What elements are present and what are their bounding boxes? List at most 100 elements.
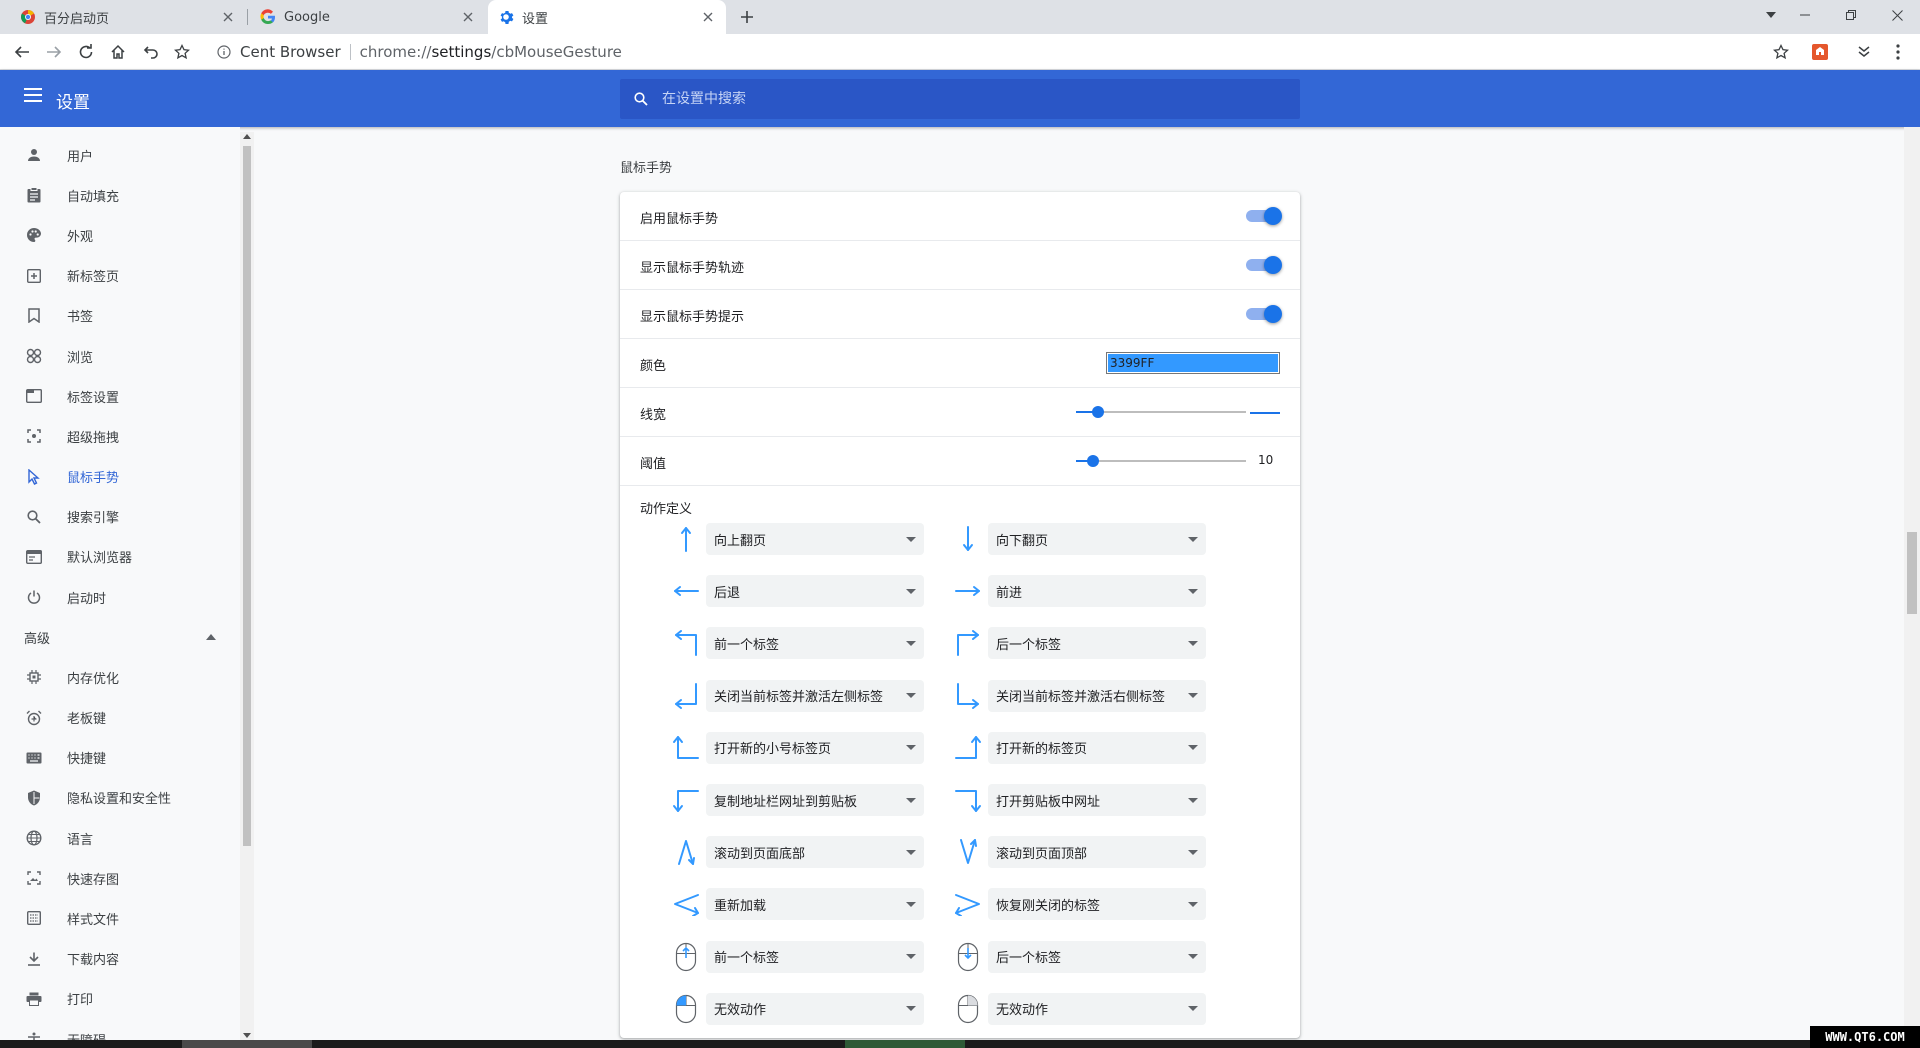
sidebar-item-search-engine[interactable]: 搜索引擎 — [0, 497, 240, 537]
undo-close-tab-button[interactable] — [138, 40, 162, 64]
home-button[interactable] — [106, 40, 130, 64]
sidebar-item-users[interactable]: 用户 — [0, 135, 240, 175]
action-select-value: 后一个标签 — [996, 951, 1062, 967]
back-button[interactable] — [10, 40, 34, 64]
scroll-down-arrow-icon[interactable] — [243, 1033, 251, 1038]
action-select[interactable]: 关闭当前标签并激活左侧标签 — [706, 679, 924, 712]
double-chevron-down-icon[interactable] — [1852, 40, 1876, 64]
restore-button[interactable] — [1828, 0, 1874, 30]
settings-search[interactable] — [620, 79, 1300, 119]
sidebar-item-bookmarks[interactable]: 书签 — [0, 296, 240, 336]
action-select[interactable]: 后一个标签 — [988, 940, 1206, 973]
sidebar-item-startup[interactable]: 启动时 — [0, 577, 240, 617]
sidebar-item-mouse-gesture[interactable]: 鼠标手势 — [0, 457, 240, 497]
close-window-button[interactable] — [1874, 0, 1920, 30]
dropdown-caret-icon — [1188, 797, 1198, 803]
action-select[interactable]: 打开新的标签页 — [988, 731, 1206, 764]
slider-knob[interactable] — [1087, 455, 1099, 467]
main-scrollbar[interactable] — [1904, 127, 1920, 1040]
show-hint-row: 显示鼠标手势提示 — [620, 290, 1300, 339]
gesture-left-down-icon — [666, 784, 706, 816]
address-bar[interactable]: Cent Browser chrome://settings/cbMouseGe… — [205, 38, 1780, 66]
line-width-slider[interactable] — [1076, 406, 1246, 418]
scroll-up-arrow-icon[interactable] — [243, 134, 251, 139]
sidebar-scrollbar[interactable] — [240, 132, 254, 1040]
advanced-toggle[interactable]: 高级 — [0, 617, 240, 657]
sidebar-item-style-files[interactable]: 样式文件 — [0, 898, 240, 938]
hamburger-menu-icon[interactable] — [24, 88, 44, 108]
minimize-button[interactable] — [1782, 0, 1828, 30]
tab-start-page[interactable]: 百分启动页 — [0, 0, 246, 34]
action-select[interactable]: 前进 — [988, 575, 1206, 608]
action-select[interactable]: 恢复刚关闭的标签 — [988, 888, 1206, 921]
sidebar-item-new-tab[interactable]: 新标签页 — [0, 256, 240, 296]
gesture-action-left: 向上翻页 — [666, 523, 924, 555]
close-icon[interactable] — [698, 7, 718, 27]
gesture-down-left-icon — [666, 680, 706, 712]
sidebar-item-language[interactable]: 语言 — [0, 818, 240, 858]
action-select[interactable]: 打开新的小号标签页 — [706, 731, 924, 764]
sidebar-item-appearance[interactable]: 外观 — [0, 215, 240, 255]
sidebar-item-quick-save-image[interactable]: 快速存图 — [0, 858, 240, 898]
action-select-value: 无效动作 — [996, 1003, 1049, 1019]
sidebar-item-browsing[interactable]: 浏览 — [0, 336, 240, 376]
threshold-slider[interactable] — [1076, 455, 1246, 467]
sidebar-item-default-browser[interactable]: 默认浏览器 — [0, 537, 240, 577]
sidebar-item-shortcuts[interactable]: 快捷键 — [0, 738, 240, 778]
scrollbar-thumb[interactable] — [243, 146, 251, 846]
dropdown-caret-icon — [906, 901, 916, 907]
action-select[interactable]: 后一个标签 — [988, 627, 1206, 660]
forward-button[interactable] — [42, 40, 66, 64]
action-select[interactable]: 打开剪贴板中网址 — [988, 784, 1206, 816]
action-select[interactable]: 无效动作 — [988, 992, 1206, 1025]
action-select[interactable]: 前一个标签 — [706, 627, 924, 660]
dropdown-caret-icon — [906, 1006, 916, 1012]
sidebar-item-accessibility[interactable]: 无障碍 — [0, 1019, 240, 1040]
action-select[interactable]: 前一个标签 — [706, 940, 924, 973]
show-hint-toggle[interactable] — [1246, 305, 1282, 323]
tab-google[interactable]: Google — [248, 0, 486, 34]
info-icon[interactable] — [217, 45, 231, 59]
watermark: WWW.QT6.COM — [1810, 1026, 1920, 1048]
sidebar-item-downloads[interactable]: 下载内容 — [0, 939, 240, 979]
reload-button[interactable] — [74, 40, 98, 64]
extension-icon[interactable] — [1808, 40, 1832, 64]
show-trail-toggle[interactable] — [1246, 256, 1282, 274]
printer-icon — [24, 989, 44, 1009]
action-select[interactable]: 滚动到页面底部 — [706, 836, 924, 869]
action-select[interactable]: 复制地址栏网址到剪贴板 — [706, 784, 924, 816]
enable-gesture-toggle[interactable] — [1246, 207, 1282, 225]
new-tab-button[interactable] — [735, 5, 759, 29]
arrow-right-icon — [948, 575, 988, 607]
action-select[interactable]: 重新加载 — [706, 888, 924, 921]
tab-settings[interactable]: 设置 — [488, 0, 726, 34]
scrollbar-thumb[interactable] — [1907, 532, 1917, 614]
action-select[interactable]: 滚动到页面顶部 — [988, 836, 1206, 869]
action-select[interactable]: 后退 — [706, 575, 924, 608]
sidebar-item-autofill[interactable]: 自动填充 — [0, 175, 240, 215]
sidebar-item-label: 启动时 — [67, 591, 107, 607]
sidebar-item-boss-key[interactable]: 老板键 — [0, 697, 240, 737]
sidebar-item-super-drag[interactable]: 超级拖拽 — [0, 416, 240, 456]
close-icon[interactable] — [458, 7, 478, 27]
search-input[interactable] — [662, 91, 1262, 107]
slider-knob[interactable] — [1092, 406, 1105, 418]
arrow-up-icon — [666, 523, 706, 555]
sidebar-item-print[interactable]: 打印 — [0, 979, 240, 1019]
search-icon — [634, 92, 648, 106]
row-label: 阈值 — [640, 457, 667, 472]
actions-label: 动作定义 — [640, 502, 693, 517]
close-icon[interactable] — [218, 7, 238, 27]
bookmark-star-icon[interactable] — [170, 40, 194, 64]
sidebar-item-tab-settings[interactable]: 标签设置 — [0, 376, 240, 416]
action-select[interactable]: 向下翻页 — [988, 523, 1206, 555]
sidebar-item-privacy[interactable]: 隐私设置和安全性 — [0, 778, 240, 818]
sidebar-item-memory[interactable]: 内存优化 — [0, 657, 240, 697]
menu-dots-icon[interactable] — [1886, 40, 1910, 64]
bookmark-page-star-icon[interactable] — [1769, 40, 1793, 64]
action-select[interactable]: 关闭当前标签并激活右侧标签 — [988, 679, 1206, 712]
action-select[interactable]: 无效动作 — [706, 992, 924, 1025]
color-input[interactable]: 3399FF — [1106, 352, 1280, 374]
gesture-up-left-icon — [666, 627, 706, 659]
action-select[interactable]: 向上翻页 — [706, 523, 924, 555]
